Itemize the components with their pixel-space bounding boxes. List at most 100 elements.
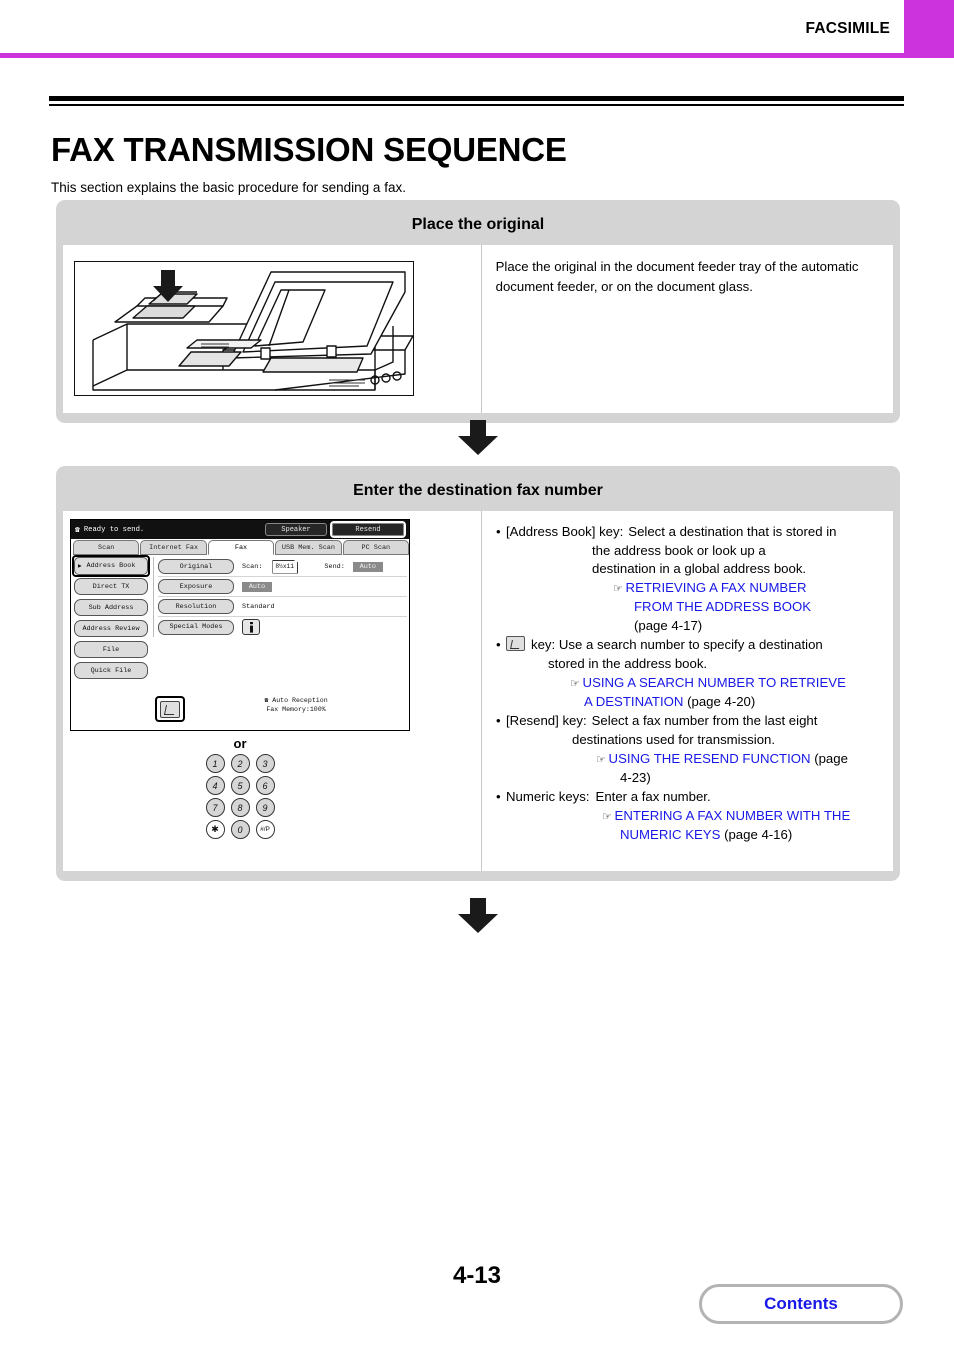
- lcd-direct-tx-button[interactable]: Direct TX: [74, 578, 148, 595]
- header-accent-rule: [0, 53, 954, 58]
- keypad-row-1: 1 2 3: [205, 754, 275, 773]
- instruction-address-book-link-row: ☞ RETRIEVING A FAX NUMBER: [496, 579, 879, 598]
- page-intro-text: This section explains the basic procedur…: [51, 179, 406, 195]
- instruction-resend-page-ref-a: (page: [814, 750, 848, 766]
- instruction-numeric-keys: • Numeric keys: Enter a fax number.: [496, 788, 879, 807]
- keypad-key-9[interactable]: 9: [255, 798, 275, 817]
- lcd-resolution-value: Standard: [242, 602, 275, 611]
- keypad-key-2[interactable]: 2: [230, 754, 250, 773]
- instruction-address-book: • [Address Book] key: Select a destinati…: [496, 523, 879, 542]
- link-using-search-number[interactable]: USING A SEARCH NUMBER TO RETRIEVE: [583, 675, 846, 690]
- lcd-exposure-button[interactable]: Exposure: [158, 579, 234, 594]
- title-rule-thick: [49, 96, 904, 101]
- flow-arrow-2: [456, 898, 500, 934]
- lcd-file-button[interactable]: File: [74, 641, 148, 658]
- bullet-icon: •: [496, 524, 501, 539]
- step2-heading: Enter the destination fax number: [353, 482, 603, 499]
- instructions-list: • [Address Book] key: Select a destinati…: [496, 523, 879, 844]
- lcd-scan-label: Scan:: [242, 562, 263, 571]
- lcd-auto-reception-text: Auto Reception: [272, 697, 328, 704]
- step1-illustration-area: [63, 245, 481, 413]
- keypad-key-asterisk[interactable]: ✱: [205, 820, 225, 839]
- lcd-search-number-highlight: [155, 696, 185, 722]
- instruction-resend-link-row: ☞ USING THE RESEND FUNCTION (page: [496, 750, 879, 769]
- lcd-tab-fax[interactable]: Fax: [207, 540, 275, 555]
- lcd-tab-internet-fax[interactable]: Internet Fax: [140, 540, 207, 555]
- instruction-search-key-label: key: Use a search number to specify a de…: [531, 637, 823, 653]
- instruction-address-book-page-ref: (page 4-17): [634, 617, 703, 633]
- phone-handset-icon: ☎: [75, 525, 80, 535]
- flow-arrow-2-icon: [458, 898, 498, 933]
- lcd-resolution-button[interactable]: Resolution: [158, 599, 234, 614]
- bullet-icon: •: [496, 789, 501, 805]
- link-entering-fax-number-cont[interactable]: NUMERIC KEYS: [620, 827, 720, 842]
- step1-description-area: Place the original in the document feede…: [482, 245, 893, 413]
- step2-instructions-area: • [Address Book] key: Select a destinati…: [482, 511, 893, 871]
- step2-illustration-area: ☎ Ready to send. Speaker Resend Scan Int…: [63, 511, 481, 871]
- keypad-key-0[interactable]: 0: [230, 820, 250, 839]
- keypad-key-4[interactable]: 4: [205, 776, 225, 795]
- keypad-key-hash-p[interactable]: #/P: [255, 820, 275, 839]
- title-rule-thin: [49, 104, 904, 106]
- instruction-address-book-line2: the address book or look up a: [592, 542, 766, 558]
- lcd-exposure-value: Auto: [242, 581, 272, 592]
- instruction-resend-line1: Select a fax number from the last eight: [591, 713, 818, 729]
- lcd-reception-status: ☎ Auto Reception Fax Memory:100%: [201, 697, 391, 715]
- keypad-key-6[interactable]: 6: [255, 776, 275, 795]
- link-retrieving-fax-number-cont[interactable]: FROM THE ADDRESS BOOK: [634, 599, 811, 614]
- lcd-sub-address-button[interactable]: Sub Address: [74, 599, 148, 616]
- keypad-key-5[interactable]: 5: [230, 776, 250, 795]
- step-panel-place-original: Place the original Place the original in…: [56, 200, 900, 423]
- lcd-tab-pc-scan[interactable]: PC Scan: [342, 540, 410, 555]
- keypad-key-8[interactable]: 8: [230, 798, 250, 817]
- contents-button[interactable]: Contents: [699, 1284, 903, 1324]
- or-separator-label: or: [233, 736, 247, 751]
- instruction-numeric-line1: Enter a fax number.: [595, 789, 711, 805]
- search-number-key-icon[interactable]: [160, 700, 180, 718]
- instruction-numeric-link-cont-row: NUMERIC KEYS (page 4-16): [496, 826, 879, 845]
- mfp-lcd-panel: ☎ Ready to send. Speaker Resend Scan Int…: [70, 519, 410, 731]
- link-retrieving-fax-number[interactable]: RETRIEVING A FAX NUMBER: [626, 580, 807, 595]
- lcd-side-key-column: ▶ Address Book Direct TX Sub Address Add…: [72, 555, 150, 683]
- keypad-row-2: 4 5 6: [205, 776, 275, 795]
- pointing-hand-icon: ☞: [602, 811, 612, 824]
- lcd-status-bar: ☎ Ready to send. Speaker Resend: [71, 520, 409, 539]
- instruction-numeric-link-row: ☞ ENTERING A FAX NUMBER WITH THE: [496, 807, 879, 826]
- instruction-search-key-link-cont-row: A DESTINATION (page 4-20): [496, 693, 879, 712]
- info-icon[interactable]: [242, 619, 260, 635]
- link-entering-fax-number[interactable]: ENTERING A FAX NUMBER WITH THE: [615, 808, 851, 823]
- link-using-search-number-cont[interactable]: A DESTINATION: [584, 694, 683, 709]
- lcd-address-review-button[interactable]: Address Review: [74, 620, 148, 637]
- numeric-keypad: 1 2 3 4 5 6 7 8 9 ✱ 0 #/P: [70, 754, 410, 839]
- lcd-speaker-button[interactable]: Speaker: [265, 523, 327, 536]
- flow-arrow-1-icon: [458, 420, 498, 455]
- keypad-row-3: 7 8 9: [205, 798, 275, 817]
- step2-body: ☎ Ready to send. Speaker Resend Scan Int…: [63, 511, 893, 871]
- instruction-resend-page-ref-b: 4-23): [620, 769, 651, 785]
- instruction-search-key-page-ref: (page 4-20): [687, 693, 756, 709]
- lcd-resend-button[interactable]: Resend: [332, 523, 404, 536]
- lcd-settings-column: Original Scan: 8½x11 Send: Auto Exposure: [153, 557, 407, 637]
- pointing-hand-icon: ☞: [613, 583, 623, 596]
- keypad-key-7[interactable]: 7: [205, 798, 225, 817]
- instruction-address-book-link-cont-row: FROM THE ADDRESS BOOK: [496, 598, 879, 617]
- lcd-special-modes-button[interactable]: Special Modes: [158, 619, 234, 635]
- search-number-key-icon[interactable]: [506, 636, 525, 652]
- lcd-tab-scan[interactable]: Scan: [73, 540, 140, 555]
- lcd-quick-file-button[interactable]: Quick File: [74, 662, 148, 679]
- lcd-fax-memory-text: Fax Memory:100%: [266, 705, 326, 713]
- instruction-resend-line2: destinations used for transmission.: [572, 732, 776, 748]
- lcd-send-value[interactable]: Auto: [352, 561, 383, 572]
- instruction-resend: • [Resend] key: Select a fax number from…: [496, 712, 879, 731]
- header-accent-tab: [904, 0, 954, 53]
- lcd-address-book-button[interactable]: ▶ Address Book: [74, 557, 148, 575]
- instruction-numeric-label: Numeric keys:: [506, 789, 590, 805]
- keypad-key-3[interactable]: 3: [255, 754, 275, 773]
- link-using-resend-function[interactable]: USING THE RESEND FUNCTION: [609, 751, 811, 766]
- keypad-key-1[interactable]: 1: [205, 754, 225, 773]
- step1-heading: Place the original: [411, 216, 545, 233]
- lcd-tab-usb-mem-scan[interactable]: USB Mem. Scan: [275, 540, 342, 555]
- lcd-original-button[interactable]: Original: [158, 559, 234, 574]
- lcd-scan-paper-size: 8½x11: [275, 562, 294, 570]
- mfp-machine-illustration: [74, 261, 414, 396]
